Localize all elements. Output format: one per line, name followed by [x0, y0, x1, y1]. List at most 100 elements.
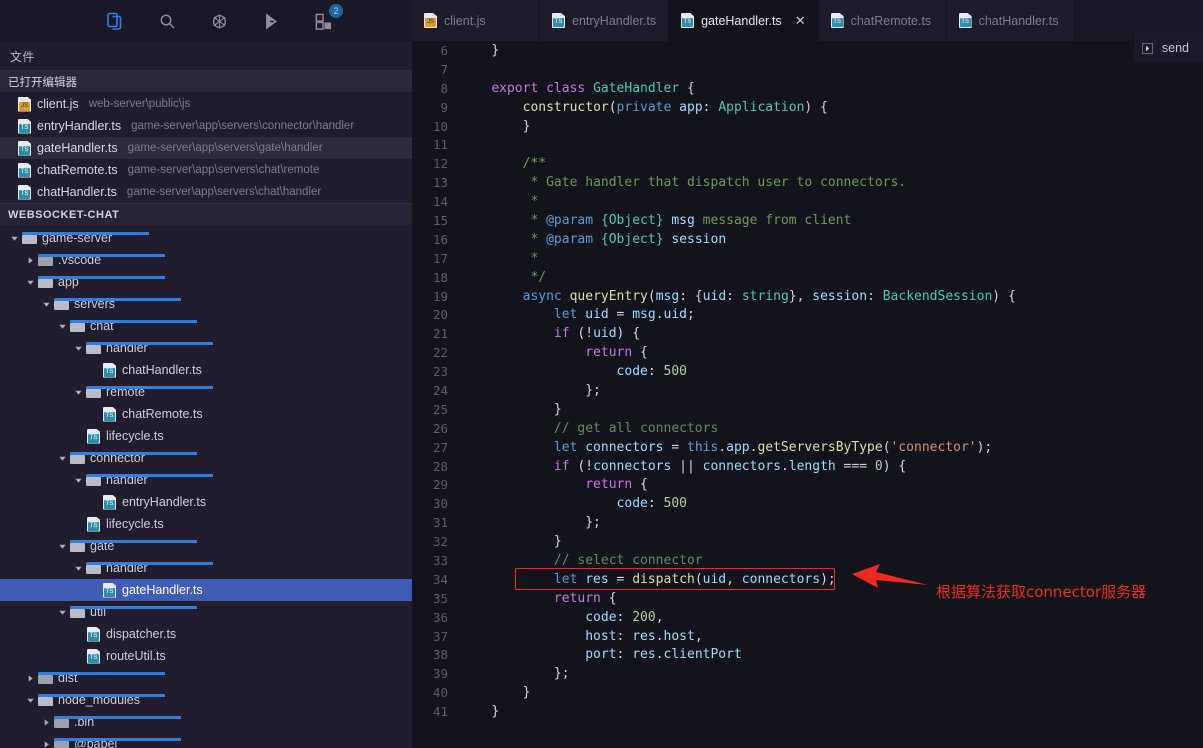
code-line[interactable]: 27 let connectors = this.app.getServersB…	[412, 438, 1203, 457]
tree-file-row[interactable]: TS chatHandler.ts	[0, 359, 412, 381]
code-line[interactable]: 11	[412, 135, 1203, 154]
code-line[interactable]: 33 // select connector	[412, 551, 1203, 570]
open-editor-item[interactable]: TS gateHandler.ts game-server\app\servers\…	[0, 137, 412, 159]
code-line-text: }	[522, 118, 531, 134]
close-icon[interactable]: ✕	[795, 14, 806, 27]
chevron-down-icon[interactable]	[56, 322, 69, 331]
folder-icon	[38, 276, 166, 288]
code-line[interactable]: 16 * @param {Object} session	[412, 230, 1203, 249]
chevron-down-icon[interactable]	[72, 564, 85, 573]
chevron-right-icon[interactable]	[24, 674, 37, 683]
code-line[interactable]: 6 }	[412, 41, 1203, 60]
tree-folder-row[interactable]: servers	[0, 293, 412, 315]
code-line[interactable]: 20 let uid = msg.uid;	[412, 305, 1203, 324]
code-line[interactable]: 22 return {	[412, 343, 1203, 362]
code-line[interactable]: 26 // get all connectors	[412, 419, 1203, 438]
chevron-down-icon[interactable]	[8, 234, 21, 243]
code-line[interactable]: 37 host: res.host,	[412, 627, 1203, 646]
chevron-down-icon[interactable]	[24, 696, 37, 705]
editor-tab[interactable]: TS gateHandler.ts ✕	[669, 0, 819, 41]
open-editors-header[interactable]: 已打开编辑器	[0, 70, 412, 92]
tree-folder-row[interactable]: .bin	[0, 711, 412, 733]
editor-tab[interactable]: TS entryHandler.ts	[540, 0, 670, 41]
tree-file-row[interactable]: TS dispatcher.ts	[0, 623, 412, 645]
tree-folder-row[interactable]: node_modules	[0, 689, 412, 711]
code-line[interactable]: 41 }	[412, 702, 1203, 721]
code-editor[interactable]: 6 } 7 8 export class GateHandler {9 constr…	[412, 41, 1203, 748]
tree-folder-row[interactable]: dist	[0, 667, 412, 689]
tree-folder-row[interactable]: .vscode	[0, 249, 412, 271]
tree-folder-row[interactable]: handler	[0, 557, 412, 579]
open-editor-item[interactable]: TS chatHandler.ts game-server\app\servers\…	[0, 181, 412, 203]
tree-folder-row[interactable]: game-server	[0, 227, 412, 249]
code-line[interactable]: 12 /**	[412, 154, 1203, 173]
code-line[interactable]: 40 }	[412, 683, 1203, 702]
editor-tab[interactable]: JS client.js	[412, 0, 540, 41]
tree-folder-row[interactable]: gate	[0, 535, 412, 557]
tree-file-row[interactable]: TS gateHandler.ts	[0, 579, 412, 601]
tree-folder-row[interactable]: chat	[0, 315, 412, 337]
chevron-right-icon[interactable]	[40, 740, 53, 748]
tree-file-row[interactable]: TS lifecycle.ts	[0, 425, 412, 447]
chevron-down-icon[interactable]	[72, 344, 85, 353]
tree-file-row[interactable]: TS routeUtil.ts	[0, 645, 412, 667]
tree-folder-row[interactable]: handler	[0, 337, 412, 359]
code-line[interactable]: 32 }	[412, 532, 1203, 551]
chevron-right-icon[interactable]	[40, 718, 53, 727]
code-line[interactable]: 39 };	[412, 664, 1203, 683]
extensions-icon[interactable]: 2	[308, 4, 343, 36]
chevron-down-icon[interactable]	[56, 542, 69, 551]
code-line[interactable]: 24 };	[412, 381, 1203, 400]
tree-file-row[interactable]: TS entryHandler.ts	[0, 491, 412, 513]
code-line[interactable]: 36 code: 200,	[412, 608, 1203, 627]
editor-tab[interactable]: TS chatRemote.ts	[818, 0, 947, 41]
open-editor-item[interactable]: TS chatRemote.ts game-server\app\servers\c…	[0, 159, 412, 181]
source-control-icon[interactable]	[256, 6, 286, 36]
chevron-down-icon[interactable]	[72, 388, 85, 397]
chevron-down-icon[interactable]	[72, 476, 85, 485]
tree-folder-row[interactable]: handler	[0, 469, 412, 491]
tree-folder-row[interactable]: util	[0, 601, 412, 623]
code-line[interactable]: 9 constructor(private app: Application) …	[412, 98, 1203, 117]
tree-folder-row[interactable]: remote	[0, 381, 412, 403]
code-line[interactable]: 14 *	[412, 192, 1203, 211]
chevron-down-icon[interactable]	[56, 454, 69, 463]
tree-folder-row[interactable]: app	[0, 271, 412, 293]
chevron-right-icon[interactable]	[24, 256, 37, 265]
tree-file-row[interactable]: TS lifecycle.ts	[0, 513, 412, 535]
search-icon[interactable]	[152, 6, 182, 36]
code-line[interactable]: 18 */	[412, 268, 1203, 287]
open-editor-item[interactable]: TS entryHandler.ts game-server\app\servers…	[0, 115, 412, 137]
code-line[interactable]: 8 export class GateHandler {	[412, 79, 1203, 98]
line-number: 9	[440, 99, 448, 115]
chevron-down-icon[interactable]	[56, 608, 69, 617]
code-line[interactable]: 13 * Gate handler that dispatch user to …	[412, 173, 1203, 192]
chevron-down-icon[interactable]	[24, 278, 37, 287]
chevron-down-icon[interactable]	[40, 300, 53, 309]
run-debug-icon[interactable]	[204, 6, 234, 36]
code-line[interactable]: 28 if (!connectors || connectors.length …	[412, 457, 1203, 476]
code-line[interactable]: 29 return {	[412, 475, 1203, 494]
code-line[interactable]: 30 code: 500	[412, 494, 1203, 513]
breadcrumb[interactable]: send	[1132, 34, 1203, 62]
folder-icon	[54, 298, 182, 310]
code-line[interactable]: 31 };	[412, 513, 1203, 532]
code-line[interactable]: 10 }	[412, 117, 1203, 136]
code-line[interactable]: 25 }	[412, 400, 1203, 419]
tree-file-row[interactable]: TS chatRemote.ts	[0, 403, 412, 425]
code-line[interactable]: 7	[412, 60, 1203, 79]
code-line[interactable]: 38 port: res.clientPort	[412, 646, 1203, 665]
ts-file-icon: TS	[552, 13, 565, 28]
code-line[interactable]: 23 code: 500	[412, 362, 1203, 381]
editor-tab[interactable]: TS chatHandler.ts	[946, 0, 1075, 41]
tree-folder-row[interactable]: @babel	[0, 733, 412, 748]
code-line[interactable]: 21 if (!uid) {	[412, 324, 1203, 343]
tree-folder-row[interactable]: connector	[0, 447, 412, 469]
explorer-icon[interactable]	[100, 6, 130, 36]
code-line[interactable]: 19 async queryEntry(msg: {uid: string}, …	[412, 287, 1203, 306]
line-number: 33	[432, 552, 448, 568]
workspace-folder-label[interactable]: WEBSOCKET-CHAT	[0, 203, 412, 225]
code-line[interactable]: 17 *	[412, 249, 1203, 268]
code-line[interactable]: 15 * @param {Object} msg message from cl…	[412, 211, 1203, 230]
open-editor-item[interactable]: JS client.js web-server\public\js	[0, 93, 412, 115]
